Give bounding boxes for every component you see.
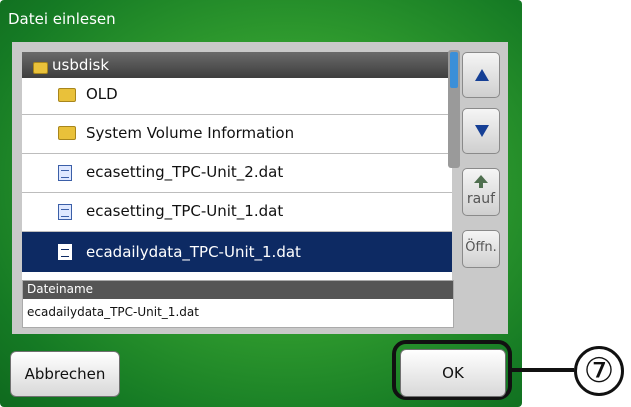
callout-connector-line [512,368,574,372]
folder-icon [58,88,76,106]
folder-open-icon [33,60,48,78]
cancel-button[interactable]: Abbrechen [10,351,120,397]
file-browser-panel: usbdisk OLD System Volume Information ec… [12,42,508,334]
list-item-label: ecasetting_TPC-Unit_1.dat [86,202,284,220]
ok-button[interactable]: OK [400,349,506,397]
dialog-title: Datei einlesen [8,10,116,28]
current-folder-header: usbdisk [22,52,452,78]
list-item-label: System Volume Information [86,124,295,142]
file-open-dialog: Datei einlesen usbdisk OLD System Volume… [0,0,522,407]
step-callout-badge: ⑦ [574,346,624,396]
list-item-folder-system-volume-information[interactable]: System Volume Information [22,115,452,154]
scrollbar-thumb[interactable] [450,52,458,88]
open-label: Öffn. [465,240,497,255]
list-item-file-ecasetting-unit-1[interactable]: ecasetting_TPC-Unit_1.dat [22,193,452,232]
triangle-up-icon [475,69,489,81]
list-item-label: ecasetting_TPC-Unit_2.dat [86,163,284,181]
list-item-file-ecasetting-unit-2[interactable]: ecasetting_TPC-Unit_2.dat [22,154,452,193]
document-icon [58,244,72,264]
list-item-folder-old[interactable]: OLD [22,78,452,115]
scroll-down-button[interactable] [462,108,500,154]
file-list: usbdisk OLD System Volume Information ec… [22,52,452,310]
filename-label: Dateiname [27,282,94,296]
list-scrollbar[interactable] [448,50,460,168]
list-item-label: OLD [86,85,118,103]
folder-icon [58,126,76,144]
list-item-label: ecadailydata_TPC-Unit_1.dat [86,243,301,261]
list-item-file-ecadailydata-unit-1[interactable]: ecadailydata_TPC-Unit_1.dat [22,232,452,272]
document-icon [58,204,72,224]
triangle-down-icon [475,125,489,137]
document-icon [58,165,72,185]
current-folder-label: usbdisk [52,56,110,74]
filename-header: Dateiname [23,281,453,299]
open-button[interactable]: Öffn. [462,230,500,268]
folder-up-label: rauf [466,191,496,207]
filename-value: ecadailydata_TPC-Unit_1.dat [27,305,199,319]
scroll-up-button[interactable] [462,52,500,98]
folder-up-button[interactable]: rauf [462,168,500,216]
filename-field[interactable]: Dateiname ecadailydata_TPC-Unit_1.dat [22,280,454,328]
